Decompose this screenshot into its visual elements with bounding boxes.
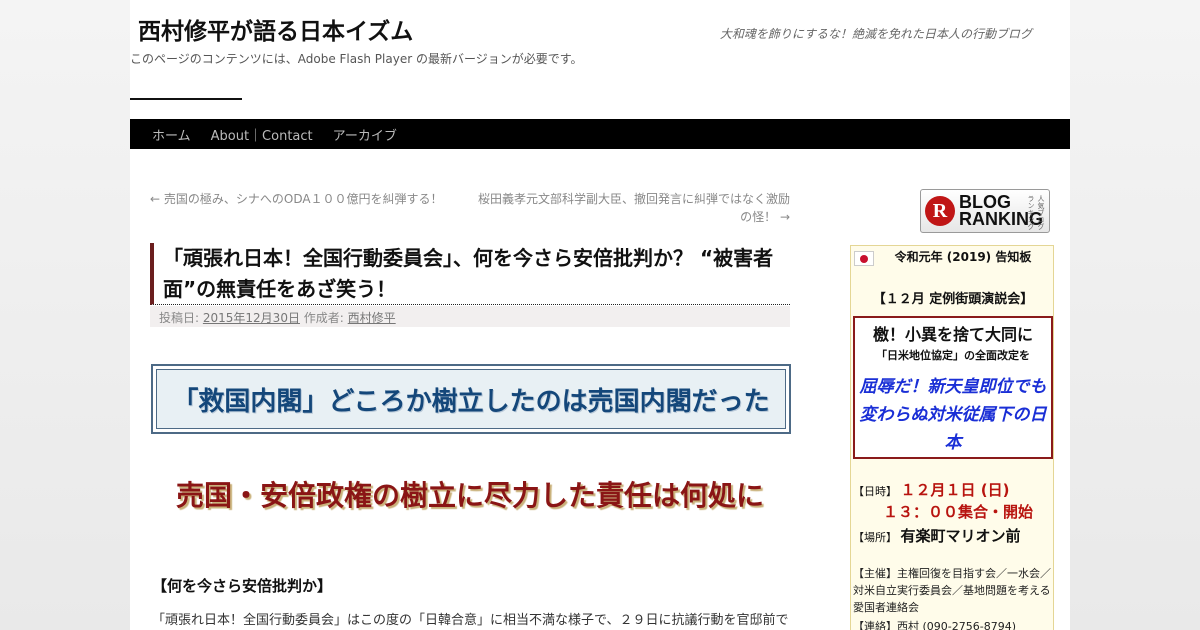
place-value: 有楽町マリオン前 bbox=[900, 527, 1021, 545]
date-value: １２月１日 (日) bbox=[900, 481, 1010, 499]
header-divider bbox=[130, 98, 242, 100]
post-title: 「頑張れ日本！全国行動委員会」、何を今さら安倍批判か？ “被害者面”の無責任をあ… bbox=[150, 243, 790, 305]
event-sponsor: 【主催】主権回復を目指す会／一水会／対米自立実行委員会／基地問題を考える愛国者連… bbox=[853, 567, 1051, 614]
event-contact: 【連絡】西村 (090-2756-8794) bbox=[853, 620, 1017, 630]
notice-heading: 令和元年 (2019) 告知板 bbox=[894, 250, 1032, 264]
previous-post-link[interactable]: ← 売国の極み、シナへのODA１００億円を糾弾する！ bbox=[150, 190, 443, 207]
site-title[interactable]: 西村修平が語る日本イズム bbox=[138, 12, 413, 46]
blog-ranking-logo-icon: R bbox=[925, 196, 955, 226]
event-place-row: 【場所】 有楽町マリオン前 bbox=[853, 525, 1021, 546]
meta-posted-label: 投稿日: bbox=[159, 311, 200, 325]
event-title: 【１２月 定例街頭演説会】 bbox=[872, 292, 1034, 307]
slogan-line1: 檄！小異を捨て大同に bbox=[872, 325, 1033, 344]
slogan-line3: 屈辱だ！新天皇即位でも変わらぬ対米従属下の日本 bbox=[859, 377, 1047, 453]
slogan-line2: 「日米地位協定」の全面改定を bbox=[876, 349, 1030, 362]
section-heading: 【何を今さら安倍批判か】 bbox=[152, 577, 333, 595]
flash-player-notice: このページのコンテンツには、Adobe Flash Player の最新バージョ… bbox=[130, 52, 583, 66]
sidebar-notice-board: 令和元年 (2019) 告知板 【１２月 定例街頭演説会】 檄！小異を捨て大同に… bbox=[850, 245, 1054, 630]
event-time-row: １３：００集合・開始 bbox=[883, 501, 1033, 522]
nav-item-archive[interactable]: アーカイブ bbox=[333, 125, 397, 144]
event-date-row: 【日時】 １２月１日 (日) bbox=[853, 479, 1009, 500]
headline-banner-blue: 「救国内閣」どころか樹立したのは売国内閣だった bbox=[151, 364, 791, 434]
nav-item-home[interactable]: ホーム bbox=[152, 125, 191, 144]
time-value: １３：００集合・開始 bbox=[883, 503, 1034, 521]
date-label: 【日時】 bbox=[853, 485, 897, 498]
slogan-box: 檄！小異を捨て大同に 「日米地位協定」の全面改定を 屈辱だ！新天皇即位でも変わら… bbox=[853, 316, 1053, 459]
headline-banner-yellow: 売国・安倍政権の樹立に尽力した責任は何処に bbox=[150, 452, 790, 536]
next-post-link[interactable]: 桜田義孝元文部科学副大臣、撤回発言に糾弾ではなく激励の怪！ → bbox=[470, 190, 790, 226]
post-date-link[interactable]: 2015年12月30日 bbox=[203, 311, 300, 325]
page-container: 西村修平が語る日本イズム 大和魂を飾りにするな！絶滅を免れた日本人の行動ブログ … bbox=[130, 0, 1070, 630]
nav-item-about-contact[interactable]: About｜Contact bbox=[211, 125, 313, 144]
blog-ranking-vertical-text: 人気ブログランキング bbox=[1027, 195, 1045, 230]
post-author-link[interactable]: 西村修平 bbox=[348, 311, 396, 325]
site-tagline: 大和魂を飾りにするな！絶滅を免れた日本人の行動ブログ bbox=[719, 27, 1032, 41]
blog-ranking-badge[interactable]: R BLOG RANKING 人気ブログランキング bbox=[920, 189, 1050, 233]
post-meta: 投稿日: 2015年12月30日 作成者: 西村修平 bbox=[150, 306, 790, 327]
main-nav: ホーム About｜Contact アーカイブ bbox=[130, 119, 1070, 149]
post-body-text: 「頑張れ日本！全国行動委員会」はこの度の「日韓合意」に相当不満な様子で、２９日に… bbox=[152, 613, 789, 628]
place-label: 【場所】 bbox=[853, 531, 897, 544]
meta-author-label: 作成者: bbox=[303, 311, 344, 325]
